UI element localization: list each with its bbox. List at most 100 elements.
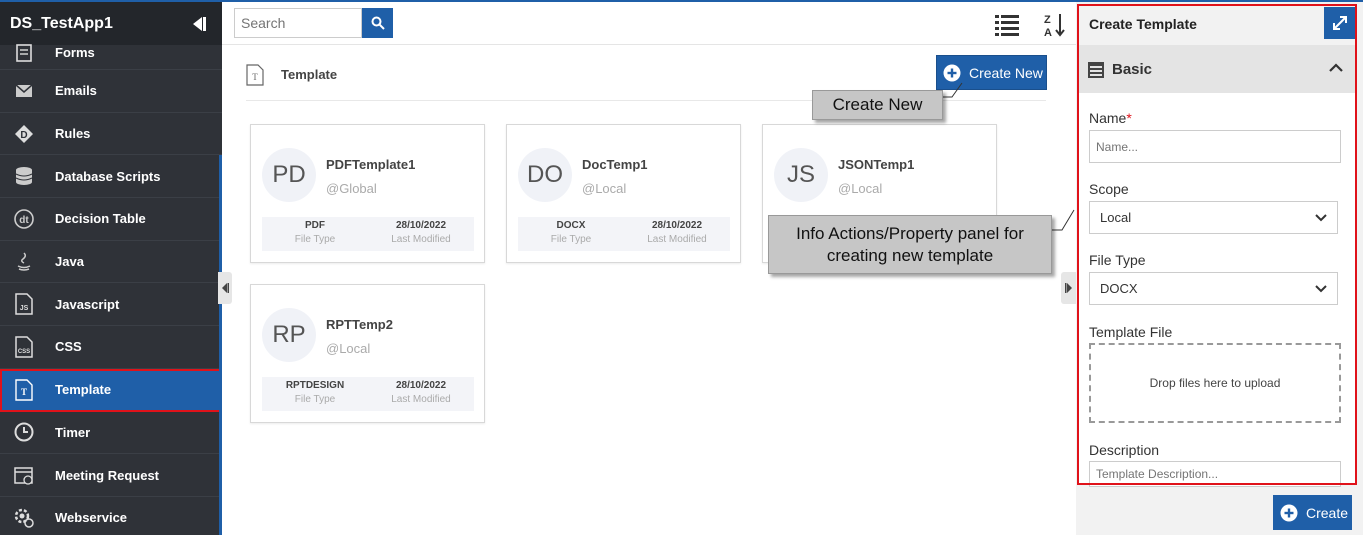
avatar: JS — [774, 148, 828, 202]
template-name: JSONTemp1 — [838, 157, 915, 172]
plus-circle-icon — [943, 64, 961, 81]
sidebar-item-label: Javascript — [55, 296, 120, 312]
template-scope: @Local — [326, 341, 371, 356]
modified-label: Last Modified — [391, 394, 451, 405]
svg-text:JS: JS — [20, 305, 29, 312]
chevron-right-icon — [1064, 283, 1072, 293]
app-header: DS_TestApp1 — [0, 0, 222, 45]
search-button[interactable] — [362, 8, 393, 38]
sidebar-item-decision-table[interactable]: dt Decision Table — [0, 198, 222, 241]
sidebar: DS_TestApp1 Forms Emails D Rules Databas… — [0, 0, 222, 535]
clock-icon — [12, 420, 36, 444]
chevron-left-icon — [222, 283, 229, 293]
panel-highlight-frame — [1077, 4, 1357, 485]
search-input[interactable] — [234, 8, 362, 38]
create-new-label: Create New — [969, 64, 1043, 81]
create-label: Create — [1306, 504, 1349, 521]
rules-icon: D — [12, 122, 36, 146]
sidebar-item-label: Rules — [55, 126, 91, 142]
template-file-icon: T — [12, 378, 36, 402]
javascript-file-icon: JS — [12, 292, 36, 316]
create-button[interactable]: Create — [1273, 495, 1352, 530]
gear-globe-icon — [12, 506, 36, 530]
svg-text:dt: dt — [19, 215, 29, 226]
avatar: RP — [262, 308, 316, 362]
file-type-label: File Type — [550, 234, 592, 245]
modified-value: 28/10/2022 — [395, 220, 447, 231]
avatar: DO — [518, 148, 572, 202]
sidebar-item-label: Database Scripts — [55, 168, 161, 184]
sidebar-item-timer[interactable]: Timer — [0, 412, 222, 455]
annotation-callout-info-panel: Info Actions/Property panel for creating… — [768, 215, 1052, 274]
database-icon — [12, 164, 36, 188]
form-icon — [12, 41, 36, 65]
sidebar-item-label: Webservice — [55, 510, 128, 526]
sidebar-item-java[interactable]: Java — [0, 241, 222, 284]
envelope-icon — [12, 79, 36, 103]
template-scope: @Local — [582, 181, 627, 196]
decision-table-icon: dt — [12, 207, 36, 231]
page-title: Template — [281, 67, 338, 82]
svg-text:Z: Z — [1044, 14, 1051, 26]
sidebar-item-css[interactable]: CSS CSS — [0, 326, 222, 369]
file-type-label: File Type — [294, 394, 336, 405]
list-view-icon[interactable] — [995, 14, 1019, 36]
plus-circle-icon — [1280, 504, 1298, 521]
modified-label: Last Modified — [391, 234, 451, 245]
sort-az-icon[interactable]: ZA — [1042, 12, 1066, 39]
template-card[interactable]: PD PDFTemplate1 @Global PDF File Type 28/… — [250, 124, 485, 263]
template-name: RPTTemp2 — [326, 317, 393, 332]
file-type-value: DOCX — [556, 220, 586, 231]
file-type-label: File Type — [294, 234, 336, 245]
sidebar-item-template[interactable]: T Template — [0, 368, 222, 412]
sidebar-item-forms[interactable]: Forms — [0, 44, 222, 70]
file-type-value: PDF — [305, 220, 325, 231]
collapse-sidebar-icon[interactable] — [188, 14, 208, 34]
card-meta: RPTDESIGN File Type 28/10/2022 Last Modifi… — [262, 377, 474, 411]
template-name: DocTemp1 — [582, 157, 648, 172]
annotation-callout-create-new: Create New — [812, 90, 943, 120]
sidebar-item-emails[interactable]: Emails — [0, 70, 222, 113]
sidebar-item-label: Java — [55, 254, 84, 270]
modified-value: 28/10/2022 — [651, 220, 703, 231]
template-file-icon: T — [246, 64, 264, 86]
card-meta: PDF File Type 28/10/2022 Last Modified — [262, 217, 474, 251]
svg-text:A: A — [1044, 27, 1052, 38]
svg-text:T: T — [252, 72, 258, 82]
template-card[interactable]: RP RPTTemp2 @Local RPTDESIGN File Type 28… — [250, 284, 485, 423]
sidebar-item-label: Decision Table — [55, 211, 146, 227]
file-type-value: RPTDESIGN — [285, 380, 345, 391]
template-name: PDFTemplate1 — [326, 157, 416, 172]
search-icon — [371, 16, 385, 30]
main-content: T Template Create New PD PDFTemplate1 @G… — [222, 45, 1076, 535]
calendar-icon — [12, 463, 36, 487]
template-card[interactable]: DO DocTemp1 @Local DOCX File Type 28/10/2… — [506, 124, 741, 263]
modified-value: 28/10/2022 — [395, 380, 447, 391]
template-scope: @Global — [326, 181, 377, 196]
sidebar-item-label: Template — [55, 382, 112, 398]
svg-text:D: D — [20, 130, 27, 141]
css-file-icon: CSS — [12, 335, 36, 359]
create-new-button[interactable]: Create New — [936, 55, 1047, 90]
sidebar-item-meeting-request[interactable]: Meeting Request — [0, 454, 222, 497]
svg-text:CSS: CSS — [18, 349, 30, 355]
collapse-panel-handle[interactable] — [1061, 272, 1076, 304]
java-icon — [12, 250, 36, 274]
sidebar-item-database-scripts[interactable]: Database Scripts — [0, 155, 222, 199]
sidebar-item-label: Timer — [55, 424, 91, 440]
avatar: PD — [262, 148, 316, 202]
sidebar-item-webservice[interactable]: Webservice — [0, 497, 222, 535]
toolbar: ZA — [222, 0, 1076, 45]
expand-sidebar-handle[interactable] — [218, 272, 232, 304]
sidebar-item-label: CSS — [55, 339, 82, 355]
sidebar-item-rules[interactable]: D Rules — [0, 113, 222, 156]
sidebar-item-label: Forms — [55, 45, 95, 60]
card-meta: DOCX File Type 28/10/2022 Last Modified — [518, 217, 730, 251]
sidebar-item-label: Meeting Request — [55, 467, 160, 483]
modified-label: Last Modified — [647, 234, 707, 245]
sidebar-item-javascript[interactable]: JS Javascript — [0, 283, 222, 327]
callout-line: creating new template — [826, 246, 994, 265]
template-scope: @Local — [838, 181, 883, 196]
sidebar-item-label: Emails — [55, 83, 97, 99]
sidebar-menu: Forms Emails D Rules Database Scripts dt… — [0, 44, 222, 535]
